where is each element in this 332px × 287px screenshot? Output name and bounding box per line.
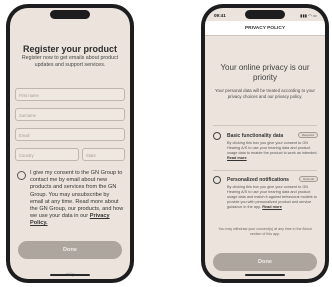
consent-checkbox[interactable] <box>17 171 26 180</box>
basic-functionality-text: By clicking this box you give your conse… <box>227 141 318 161</box>
personalized-notifications-text: By clicking this box you give your conse… <box>227 185 318 210</box>
read-more-link[interactable]: Read more <box>262 205 282 209</box>
basic-functionality-checkbox[interactable] <box>213 132 221 140</box>
read-more-link[interactable]: Read more <box>227 156 247 160</box>
optional-badge: Optional <box>298 176 318 182</box>
basic-functionality-body: By clicking this box you give your conse… <box>227 141 318 155</box>
state-field[interactable]: State <box>82 148 125 161</box>
consent-text: I give my consent to the GN Group to con… <box>30 170 124 228</box>
country-field[interactable]: Country <box>15 148 79 161</box>
divider <box>213 170 317 171</box>
phone-notch <box>50 10 90 19</box>
personalized-notifications-checkbox[interactable] <box>213 176 221 184</box>
consent-body: I give my consent to the GN Group to con… <box>30 170 124 220</box>
page-title: Register your product <box>22 44 117 54</box>
basic-functionality-title: Basic functionality data <box>227 133 284 139</box>
done-button[interactable]: Done <box>213 253 317 271</box>
divider <box>213 125 317 126</box>
privacy-intro: Your personal data will be treated accor… <box>215 88 315 99</box>
home-indicator <box>50 274 90 276</box>
status-icons: ▮▮▮ ◠ ▭ <box>300 13 317 18</box>
register-screen: Register your product Register now to ge… <box>10 8 130 279</box>
surname-field[interactable]: Surname <box>15 108 125 121</box>
phone-notch <box>245 10 285 19</box>
required-badge: Required <box>297 132 318 138</box>
phone-frame-privacy: 09:41 ▮▮▮ ◠ ▭ PRIVACY POLICY Your online… <box>201 4 329 283</box>
email-field[interactable]: Email <box>15 128 125 141</box>
privacy-policy-header: PRIVACY POLICY <box>205 21 325 36</box>
page-subtitle: Register now to get emails about product… <box>21 55 119 68</box>
withdraw-consent-text: You may withdraw your consent(s) at any … <box>218 227 312 236</box>
status-time: 09:41 <box>214 13 226 18</box>
personalized-notifications-title: Personalized notifications <box>227 177 289 183</box>
privacy-screen: 09:41 ▮▮▮ ◠ ▭ PRIVACY POLICY Your online… <box>205 8 325 279</box>
home-indicator <box>245 274 285 276</box>
phone-frame-register: Register your product Register now to ge… <box>6 4 134 283</box>
done-button[interactable]: Done <box>18 241 122 259</box>
privacy-title: Your online privacy is our priority <box>220 63 310 82</box>
first-name-field[interactable]: First name <box>15 88 125 101</box>
